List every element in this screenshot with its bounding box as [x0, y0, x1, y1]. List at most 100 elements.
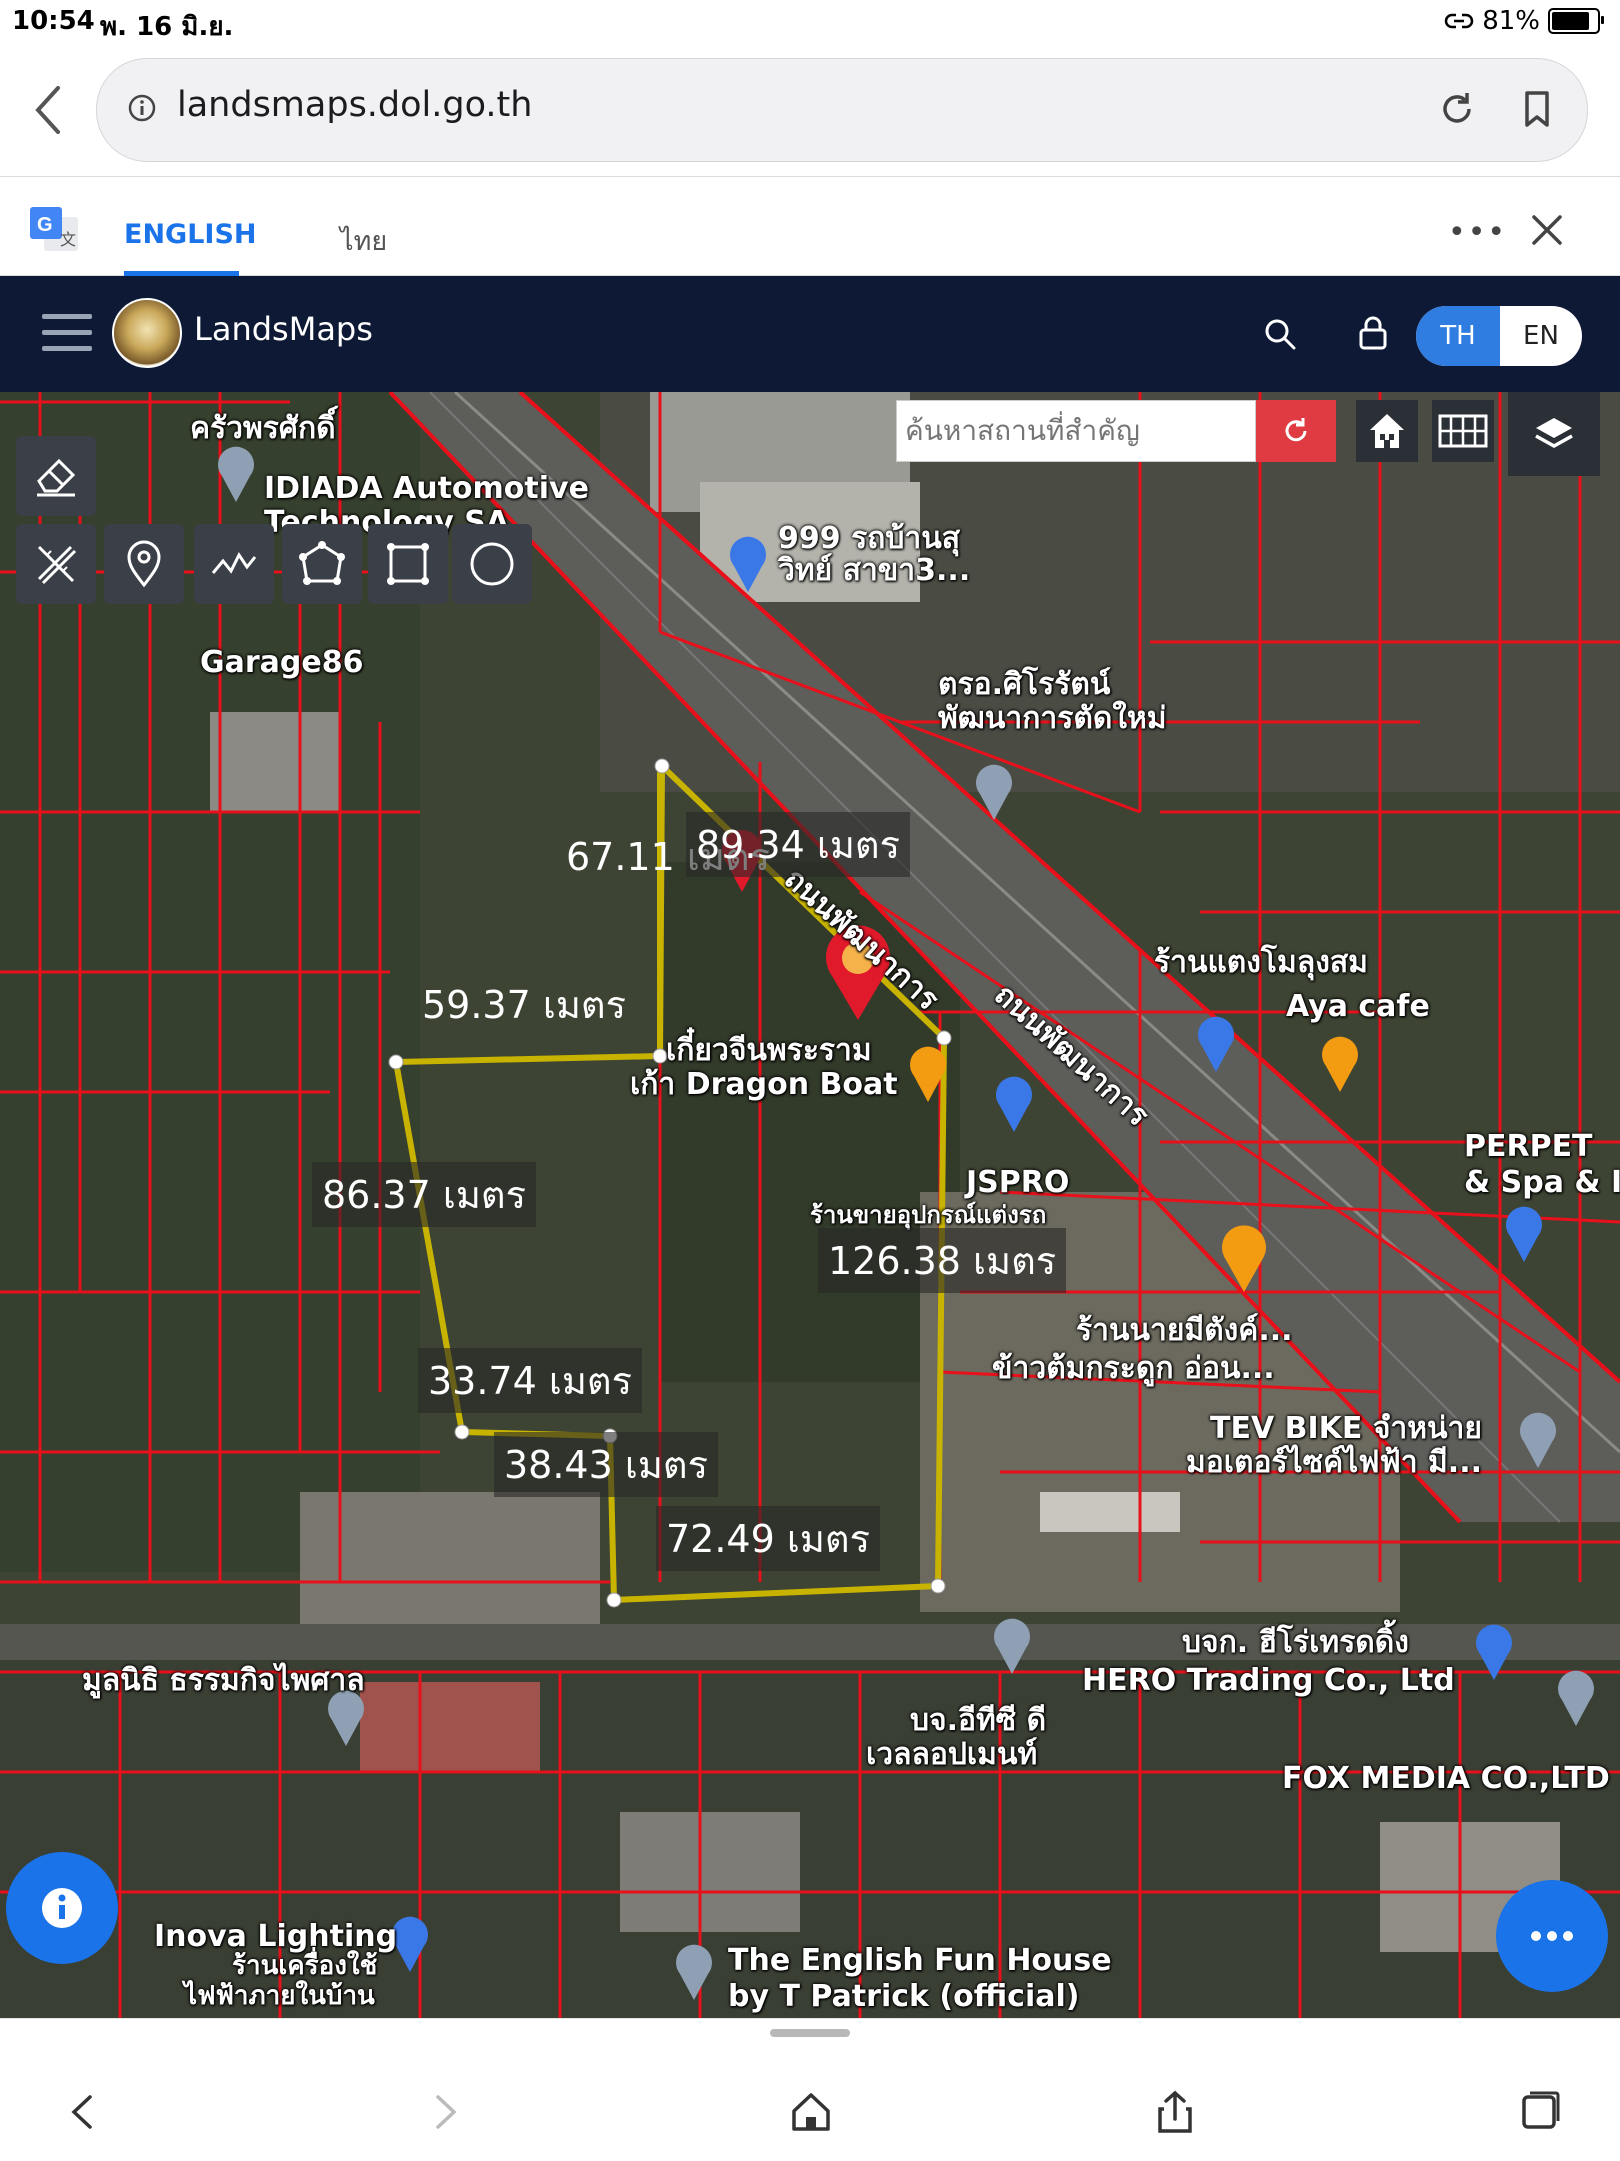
map-label[interactable]: & Spa & I	[1464, 1166, 1620, 1199]
translate-more-button[interactable]: •••	[1448, 215, 1507, 250]
map-label[interactable]: ร้านเครื่องใช้	[232, 1952, 377, 1981]
translate-tab-thai[interactable]: ไทย	[340, 219, 387, 262]
bookmark-icon[interactable]	[1517, 89, 1557, 129]
map-label[interactable]: ไฟฟ้าภายในบ้าน	[184, 1982, 375, 2011]
map-label[interactable]: JSPRO	[966, 1166, 1069, 1199]
eraser-icon	[37, 458, 76, 497]
map-label[interactable]: บจก. ฮีโร่เทรดดิ้ง	[1182, 1626, 1409, 1659]
map-label[interactable]: เก้า Dragon Boat	[630, 1068, 898, 1101]
browser-url-bar: landsmaps.dol.go.th	[0, 44, 1620, 176]
map-label[interactable]: by T Patrick (official)	[728, 1980, 1080, 2013]
home-icon	[1370, 414, 1404, 448]
map-label[interactable]: วิทย์ สาขา3...	[778, 554, 970, 587]
translate-tab-english[interactable]: ENGLISH	[124, 219, 257, 250]
polyline-tool-button[interactable]	[194, 524, 274, 604]
battery-percent: 81%	[1482, 6, 1540, 36]
map-label[interactable]: เกี๋ยวจีนพระราม	[666, 1034, 872, 1067]
home-view-button[interactable]	[1356, 400, 1418, 462]
map-label[interactable]: ร้านนายมีตังค์...	[1076, 1314, 1293, 1347]
eraser-tool-button[interactable]	[16, 436, 96, 516]
map-info-button[interactable]	[6, 1852, 118, 1964]
translate-bar: G 文 ENGLISH ไทย •••	[0, 176, 1620, 276]
polygon-icon	[299, 541, 345, 585]
more-dots-icon	[1531, 1931, 1573, 1941]
map-view[interactable]: ครัวพรศักดิ์ IDIADA Automotive Technolog…	[0, 392, 1620, 2018]
google-translate-icon: G 文	[30, 207, 78, 251]
map-label[interactable]: เวลลอปเมนท์	[866, 1738, 1037, 1771]
grid-icon	[1438, 414, 1488, 448]
share-icon[interactable]	[1152, 2089, 1198, 2135]
marker-icon	[127, 540, 161, 588]
map-label[interactable]: The English Fun House	[728, 1944, 1112, 1977]
map-label[interactable]: HERO Trading Co., Ltd	[1082, 1664, 1455, 1697]
map-label[interactable]: ครัวพรศักดิ์	[190, 412, 336, 445]
rectangle-tool-button[interactable]	[368, 524, 448, 604]
map-label[interactable]: ตรอ.ศิโรรัตน์	[938, 668, 1110, 701]
place-search-input[interactable]	[897, 401, 1247, 459]
measure-tool-button[interactable]	[16, 524, 96, 604]
svg-text:G: G	[37, 214, 53, 236]
forward-nav-icon[interactable]	[422, 2089, 468, 2135]
map-label[interactable]: TEV BIKE จำหน่าย	[1210, 1412, 1482, 1445]
more-options-button[interactable]	[1496, 1880, 1608, 1992]
browser-bottom-toolbar	[0, 2018, 1620, 2161]
map-label[interactable]: ข้าวต้มกระดูก อ่อน...	[992, 1352, 1275, 1385]
map-label[interactable]: พัฒนาการตัดใหม่	[938, 702, 1167, 735]
circle-icon	[470, 542, 514, 586]
map-label[interactable]: Garage86	[200, 646, 363, 679]
map-label[interactable]: บจ.อีทีซี ดี	[910, 1704, 1046, 1737]
refresh-icon	[1285, 418, 1307, 442]
close-icon[interactable]	[1530, 213, 1564, 247]
polygon-tool-button[interactable]	[282, 524, 362, 604]
drag-handle[interactable]	[770, 2029, 850, 2037]
address-field[interactable]: landsmaps.dol.go.th	[96, 58, 1588, 162]
department-seal-logo	[112, 298, 182, 368]
link-icon	[1444, 13, 1474, 29]
reload-icon[interactable]	[1437, 89, 1477, 129]
url-text[interactable]: landsmaps.dol.go.th	[177, 85, 532, 125]
measurement-label: 86.37 เมตร	[312, 1162, 536, 1227]
home-nav-icon[interactable]	[788, 2089, 834, 2135]
map-label[interactable]: 999 รถบ้านสุ	[778, 522, 960, 555]
lock-icon[interactable]	[1358, 316, 1388, 350]
back-icon[interactable]	[28, 84, 68, 136]
lang-en-button[interactable]: EN	[1500, 306, 1582, 366]
map-label[interactable]: ร้านขายอุปกรณ์แต่งรถ	[810, 1202, 1046, 1229]
battery-icon	[1548, 8, 1604, 34]
tabs-icon[interactable]	[1516, 2089, 1562, 2135]
grid-toggle-button[interactable]	[1432, 400, 1494, 462]
polyline-icon	[211, 552, 257, 574]
measurement-label: 89.34 เมตร	[686, 812, 910, 877]
info-icon	[42, 1888, 82, 1928]
status-date: พ. 16 มิ.ย.	[100, 12, 234, 42]
back-nav-icon[interactable]	[60, 2089, 106, 2135]
map-label[interactable]: Inova Lighting	[154, 1920, 397, 1953]
app-header: LandsMaps TH EN	[0, 276, 1620, 392]
map-label[interactable]: ร้านแตงโมลุงสม	[1154, 946, 1368, 979]
map-label[interactable]: PERPET	[1464, 1130, 1593, 1163]
marker-tool-button[interactable]	[104, 524, 184, 604]
measurement-label: 126.38 เมตร	[818, 1228, 1067, 1293]
map-label[interactable]: Aya cafe	[1286, 990, 1430, 1023]
circle-tool-button[interactable]	[452, 524, 532, 604]
info-icon[interactable]	[127, 93, 157, 123]
status-time: 10:54	[12, 6, 95, 36]
search-refresh-button[interactable]	[1256, 400, 1336, 462]
menu-icon[interactable]	[42, 314, 92, 354]
lang-th-button[interactable]: TH	[1416, 306, 1500, 366]
place-search-box	[896, 400, 1256, 462]
ruler-pencil-icon	[37, 545, 77, 585]
measurement-label: 33.74 เมตร	[418, 1348, 642, 1413]
map-label[interactable]: มูลนิธิ ธรรมกิจไพศาล	[82, 1664, 365, 1697]
map-label[interactable]: มอเตอร์ไซค์ไฟฟ้า มี...	[1186, 1446, 1482, 1479]
language-switch: TH EN	[1416, 306, 1582, 366]
map-label[interactable]: FOX MEDIA CO.,LTD	[1282, 1762, 1610, 1795]
measurement-label: 59.37 เมตร	[422, 983, 626, 1027]
search-icon[interactable]	[1264, 318, 1296, 350]
status-bar: 10:54 พ. 16 มิ.ย. 81%	[0, 0, 1620, 44]
layers-icon	[1535, 418, 1573, 449]
map-label[interactable]: IDIADA Automotive	[264, 472, 589, 505]
measurement-label: 38.43 เมตร	[494, 1432, 718, 1497]
layers-button[interactable]	[1508, 392, 1600, 476]
rectangle-icon	[387, 543, 429, 585]
